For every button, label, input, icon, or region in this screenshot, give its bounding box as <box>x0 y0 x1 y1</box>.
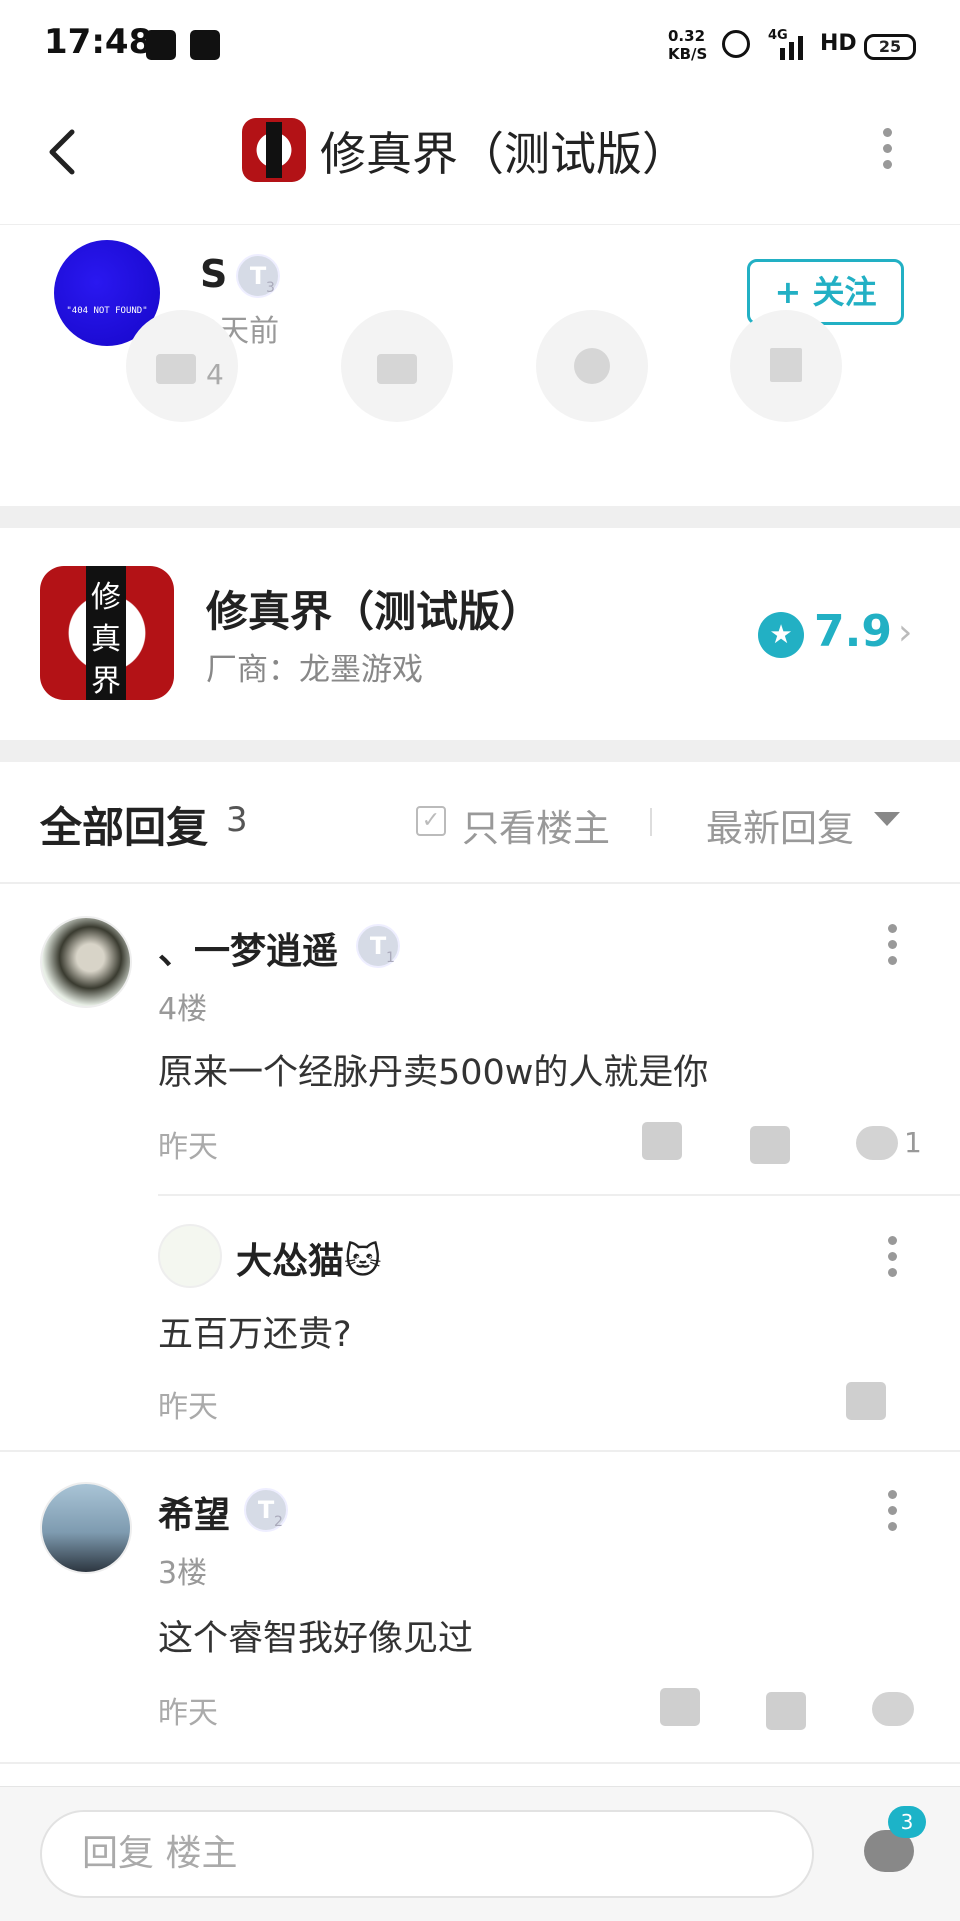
comment-time: 昨天 <box>158 1696 218 1731</box>
net-speed-unit: KB/S <box>668 45 708 63</box>
page-title: 修真界（测试版） <box>320 127 688 181</box>
status-bar: 17:48 0.32 KB/S 4G HD 25 <box>0 0 960 96</box>
commenter-avatar[interactable] <box>40 1482 132 1574</box>
comment-text: 原来一个经脉丹卖500w的人就是你 <box>158 1053 709 1093</box>
dislike-post-button[interactable] <box>341 310 453 422</box>
commenter-name[interactable]: 希望 <box>158 1486 230 1538</box>
divider <box>0 882 960 884</box>
alarm-icon <box>722 30 750 58</box>
app-notification-icon <box>146 30 176 60</box>
replies-count: 3 <box>226 800 248 840</box>
commenter-name[interactable]: 、一梦逍遥 <box>158 922 338 974</box>
message-notification-icon <box>190 30 220 60</box>
comment-time: 昨天 <box>158 1130 218 1165</box>
commenter-level: 2 <box>274 1514 283 1530</box>
signal-icon <box>770 34 806 60</box>
only-owner-toggle[interactable]: 只看楼主 <box>462 798 610 852</box>
back-arrow-icon <box>49 129 75 175</box>
game-icon[interactable]: 修 真 界 <box>40 566 174 700</box>
title-bar: 修真界（测试版） <box>0 96 960 225</box>
reply-count: 1 <box>904 1126 922 1159</box>
sub-reply-more-icon[interactable] <box>888 1236 898 1284</box>
divider <box>650 808 652 836</box>
comment-more-icon[interactable] <box>888 924 898 972</box>
more-options-icon[interactable] <box>883 128 893 176</box>
reply-input[interactable]: 回复 楼主 <box>40 1810 814 1898</box>
comment-bubble-icon[interactable] <box>856 1126 898 1160</box>
sub-reply-text: 五百万还贵? <box>158 1315 352 1355</box>
sub-reply-time: 昨天 <box>158 1390 218 1425</box>
thumb-down-icon[interactable] <box>766 1692 806 1730</box>
author-name[interactable]: S <box>200 252 227 296</box>
section-divider <box>0 740 960 762</box>
net-speed-value: 0.32 <box>668 27 706 45</box>
thumb-up-icon[interactable] <box>846 1382 886 1420</box>
divider <box>0 1450 960 1452</box>
status-time: 17:48 <box>44 22 153 62</box>
thumb-up-icon[interactable] <box>660 1688 700 1726</box>
commenter-avatar[interactable] <box>40 916 132 1008</box>
sub-reply-name[interactable]: 大怂猫🐱 <box>236 1232 382 1284</box>
sort-dropdown[interactable]: 最新回复 <box>706 798 854 852</box>
star-icon: ★ <box>758 612 804 658</box>
author-level: 3 <box>266 280 275 296</box>
comment-bubble-icon[interactable] <box>872 1692 914 1726</box>
divider <box>0 1762 960 1764</box>
game-name[interactable]: 修真界（测试版） <box>206 578 542 639</box>
sub-reply-avatar[interactable] <box>158 1224 222 1288</box>
post-like-count: 4 <box>206 358 224 391</box>
caret-down-icon[interactable] <box>874 812 900 826</box>
thumb-up-icon[interactable] <box>642 1122 682 1160</box>
battery-icon: 25 <box>864 34 916 60</box>
comment-floor: 4楼 <box>158 992 208 1027</box>
share-icon <box>574 348 610 384</box>
commenter-level: 1 <box>386 950 395 966</box>
bookmark-post-button[interactable] <box>730 310 842 422</box>
game-vendor: 厂商：龙墨游戏 <box>206 652 423 688</box>
divider <box>158 1194 960 1196</box>
hd-indicator: HD <box>820 31 857 56</box>
game-score: 7.9 <box>814 606 892 657</box>
thumb-up-icon <box>156 354 196 384</box>
back-button[interactable] <box>44 128 84 175</box>
comment-more-icon[interactable] <box>888 1490 898 1538</box>
message-count-badge: 3 <box>888 1806 926 1838</box>
bookmark-icon <box>770 348 802 382</box>
comment-floor: 3楼 <box>158 1556 208 1591</box>
comment-text: 这个睿智我好像见过 <box>158 1619 474 1659</box>
app-icon <box>242 118 306 182</box>
thumb-down-icon <box>377 354 417 384</box>
share-post-button[interactable] <box>536 310 648 422</box>
checkbox-icon[interactable]: ✓ <box>416 806 446 836</box>
thumb-down-icon[interactable] <box>750 1126 790 1164</box>
chevron-right-icon[interactable]: › <box>898 612 912 653</box>
replies-title: 全部回复 <box>40 803 209 852</box>
section-divider <box>0 506 960 528</box>
